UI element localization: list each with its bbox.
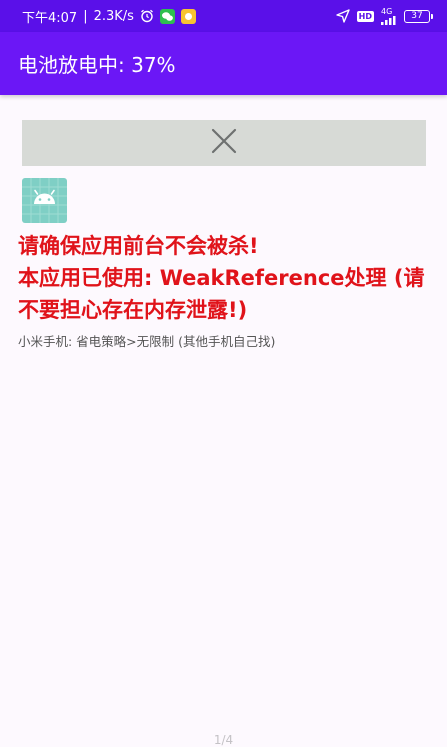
close-icon — [211, 128, 237, 158]
wechat-icon — [159, 8, 175, 24]
status-left: 下午4:07 | 2.3K/s — [22, 7, 196, 26]
status-right: HD 4G 37 — [335, 7, 433, 25]
close-button[interactable] — [22, 120, 426, 166]
android-app-icon — [22, 178, 67, 223]
status-time: 下午4:07 — [22, 10, 78, 26]
status-bar: 下午4:07 | 2.3K/s HD 4G 37 — [0, 0, 447, 32]
page-indicator: 1/4 — [213, 733, 234, 747]
battery-icon: 37 — [404, 9, 433, 23]
network-speed: 2.3K/s — [93, 8, 134, 24]
location-icon — [335, 9, 350, 23]
warning-line-1: 请确保应用前台不会被杀! — [18, 234, 259, 258]
notification-app-icon — [180, 8, 196, 24]
status-separator: | — [83, 8, 88, 24]
signal-icon: 4G — [381, 7, 397, 25]
alarm-icon — [140, 9, 154, 23]
warning-line-2: 本应用已使用: WeakReference处理 (请不要担心存在内存泄露!) — [18, 266, 425, 322]
page-title: 电池放电中: 37% — [18, 53, 176, 77]
warning-message: 请确保应用前台不会被杀! 本应用已使用: WeakReference处理 (请不… — [18, 230, 438, 326]
power-setting-hint: 小米手机: 省电策略>无限制 (其他手机自己找) — [18, 334, 276, 349]
hd-icon: HD — [356, 10, 374, 22]
app-bar: 电池放电中: 37% — [0, 32, 447, 95]
